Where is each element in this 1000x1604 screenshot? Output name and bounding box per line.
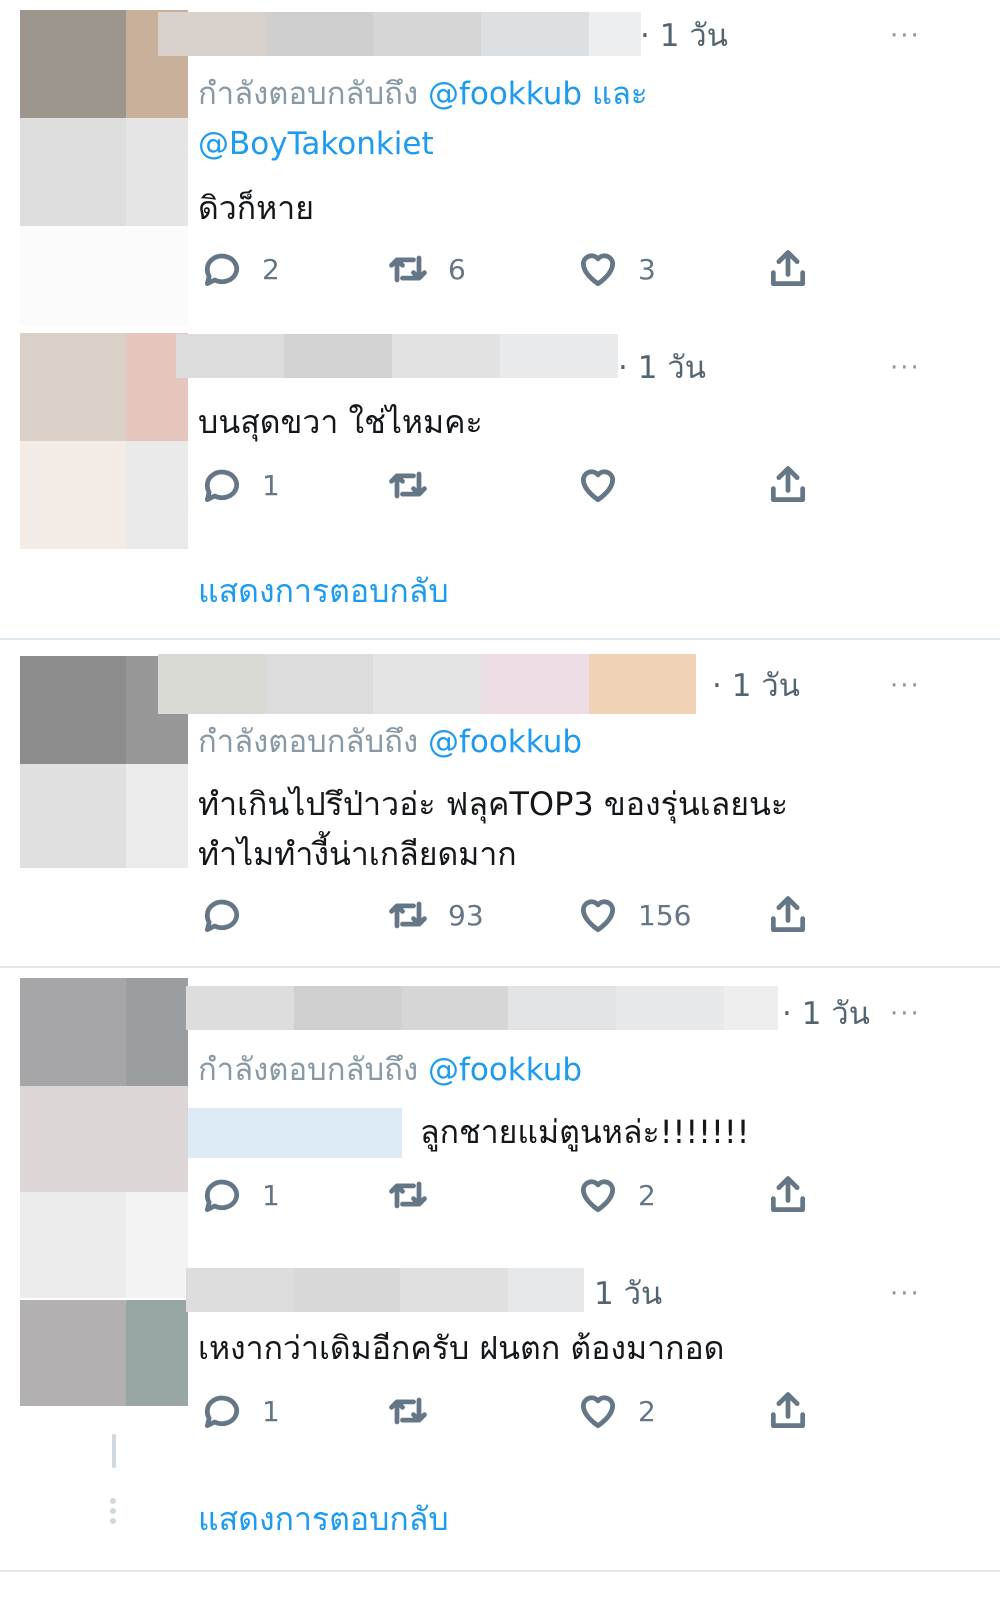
tweet-text: เหงากว่าเดิมอีกครับ ฝนตก ต้องมากอด — [198, 1329, 725, 1367]
retweet-button[interactable] — [386, 1170, 448, 1220]
share-button[interactable] — [766, 460, 810, 510]
like-icon — [580, 1179, 616, 1213]
timestamp[interactable]: 1 วัน — [594, 1274, 662, 1314]
reply-count: 1 — [262, 468, 280, 502]
divider — [0, 966, 1000, 968]
like-count: 156 — [638, 898, 692, 932]
more-icon[interactable]: ··· — [890, 1281, 921, 1307]
thread-dots-icon — [109, 1498, 117, 1528]
reply-icon — [204, 1179, 240, 1213]
reply-button[interactable]: 2 — [200, 244, 280, 294]
like-count: 2 — [638, 1178, 656, 1212]
replying-to-label: กำลังตอบกลับถึง — [198, 724, 419, 760]
share-button[interactable] — [766, 244, 810, 294]
retweet-icon — [389, 255, 427, 283]
like-icon — [580, 253, 616, 287]
more-icon[interactable]: ··· — [890, 673, 921, 699]
replying-to: กำลังตอบกลับถึง @fookkub — [198, 720, 582, 764]
reply-icon — [204, 253, 240, 287]
timestamp[interactable]: · 1 วัน — [640, 16, 728, 56]
like-icon — [580, 1395, 616, 1429]
like-icon — [580, 899, 616, 933]
tweet-text: ลูกชายแม่ตูนหล่ะ!!!!!!! — [420, 1113, 750, 1151]
retweet-button[interactable] — [386, 460, 448, 510]
share-button[interactable] — [766, 890, 810, 940]
retweet-icon — [389, 471, 427, 499]
share-icon — [770, 466, 806, 503]
tweet-actions: 1 2 — [200, 1170, 840, 1220]
replying-to: กำลังตอบกลับถึง @fookkub — [198, 1048, 582, 1092]
retweet-button[interactable]: 6 — [386, 244, 466, 294]
like-button[interactable]: 156 — [576, 890, 691, 940]
redacted-block — [188, 1108, 402, 1158]
mention-link[interactable]: @fookkub — [428, 724, 582, 760]
share-icon — [770, 1176, 806, 1213]
reply-icon — [204, 1395, 240, 1429]
show-replies-link[interactable]: แสดงการตอบกลับ — [198, 1494, 449, 1545]
replying-to: กำลังตอบกลับถึง @fookkub และ — [198, 72, 648, 116]
reply-button[interactable]: 1 — [200, 1386, 280, 1436]
retweet-count: 6 — [448, 252, 466, 286]
timestamp[interactable]: · 1 วัน — [618, 348, 706, 388]
reply-button[interactable] — [200, 890, 262, 940]
tweet-actions: 93 156 — [200, 890, 840, 940]
more-icon[interactable]: ··· — [890, 23, 921, 49]
like-button[interactable]: 2 — [576, 1386, 656, 1436]
reply-count: 1 — [262, 1394, 280, 1428]
reply-button[interactable]: 1 — [200, 1170, 280, 1220]
like-count: 3 — [638, 252, 656, 286]
timestamp[interactable]: · 1 วัน — [712, 666, 800, 706]
show-replies-link[interactable]: แสดงการตอบกลับ — [198, 566, 449, 617]
like-button[interactable]: 2 — [576, 1170, 656, 1220]
more-icon[interactable]: ··· — [890, 355, 921, 381]
more-icon[interactable]: ··· — [890, 1001, 921, 1027]
replying-to-line-2: @BoyTakonkiet — [198, 122, 434, 166]
reply-count: 2 — [262, 252, 280, 286]
share-icon — [770, 250, 806, 287]
retweet-icon — [389, 1397, 427, 1425]
tweet-text-line-1: ทำเกินไปรึป่าวอ่ะ ฟลุคTOP3 ของรุ่นเลยนะ — [198, 785, 789, 823]
and-label: และ — [591, 76, 648, 112]
mention-link[interactable]: @BoyTakonkiet — [198, 126, 434, 162]
reply-icon — [204, 469, 240, 503]
reply-button[interactable]: 1 — [200, 460, 280, 510]
replying-to-label: กำลังตอบกลับถึง — [198, 1052, 419, 1088]
reply-count: 1 — [262, 1178, 280, 1212]
retweet-icon — [389, 1181, 427, 1209]
thread-line — [112, 1434, 116, 1468]
retweet-count: 93 — [448, 898, 484, 932]
tweet-actions: 1 — [200, 460, 840, 510]
share-icon — [770, 1392, 806, 1429]
retweet-button[interactable] — [386, 1386, 448, 1436]
share-button[interactable] — [766, 1170, 810, 1220]
share-icon — [770, 896, 806, 933]
mention-link[interactable]: @fookkub — [428, 76, 582, 112]
share-button[interactable] — [766, 1386, 810, 1436]
divider — [0, 1570, 1000, 1572]
tweet-actions: 2 6 3 — [200, 244, 840, 294]
retweet-icon — [389, 901, 427, 929]
retweet-button[interactable]: 93 — [386, 890, 484, 940]
mention-link[interactable]: @fookkub — [428, 1052, 582, 1088]
replying-to-label: กำลังตอบกลับถึง — [198, 76, 419, 112]
tweet-text-line-2: ทำไมทำงี้น่าเกลียดมาก — [198, 835, 517, 873]
timestamp[interactable]: · 1 วัน — [782, 994, 870, 1034]
tweet-actions: 1 2 — [200, 1386, 840, 1436]
like-icon — [580, 469, 616, 503]
divider — [0, 638, 1000, 640]
tweet-text: บนสุดขวา ใช่ไหมคะ — [198, 403, 483, 441]
tweet-text: ดิวก็หาย — [198, 189, 314, 227]
like-button[interactable] — [576, 460, 638, 510]
reply-icon — [204, 899, 240, 933]
like-count: 2 — [638, 1394, 656, 1428]
like-button[interactable]: 3 — [576, 244, 656, 294]
